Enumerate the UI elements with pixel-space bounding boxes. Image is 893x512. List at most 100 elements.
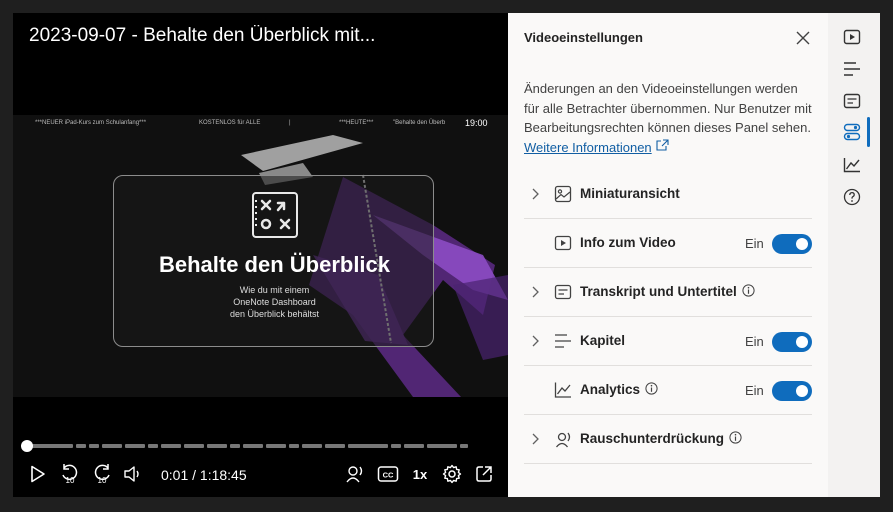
playback-speed-button[interactable]: 1x [407, 461, 433, 487]
rail-active-indicator [867, 117, 870, 147]
info-icon[interactable] [645, 382, 658, 395]
popout-icon [476, 466, 492, 482]
app-frame: 2023-09-07 - Behalte den Überblick mit..… [13, 13, 880, 497]
info-icon[interactable] [729, 431, 742, 444]
player-controls: 10 10 0:01 / 1:18:45 CC 1x [13, 461, 508, 489]
play-button[interactable] [25, 461, 51, 487]
info-icon[interactable] [742, 284, 755, 297]
play-icon [31, 465, 45, 483]
transcript-icon [843, 93, 861, 109]
chapter-segment[interactable] [348, 444, 388, 448]
rail-analytics-button[interactable] [841, 154, 863, 176]
chevron-right-icon[interactable] [530, 334, 540, 348]
rewind-seconds: 10 [66, 476, 75, 485]
slide-card: Behalte den Überblick Wie du mit einem O… [113, 175, 434, 347]
toggle-knob [796, 238, 808, 250]
video-title: 2023-09-07 - Behalte den Überblick mit..… [29, 25, 376, 46]
volume-button[interactable] [120, 461, 146, 487]
analytics-icon [843, 158, 860, 173]
chapter-segment[interactable] [148, 444, 158, 448]
external-link-icon [656, 138, 669, 151]
settings-row-label: Info zum Video [580, 235, 676, 250]
svg-text:CC: CC [383, 471, 394, 480]
rail-settings-button[interactable] [841, 121, 863, 143]
noise-icon [555, 432, 571, 448]
close-panel-button[interactable] [792, 27, 814, 49]
settings-button[interactable] [439, 461, 465, 487]
chapter-segment[interactable] [89, 444, 99, 448]
rail-chapters-button[interactable] [841, 58, 863, 80]
forward-icon: 10 [94, 464, 110, 485]
play-box-icon [554, 235, 572, 251]
video-player[interactable]: 2023-09-07 - Behalte den Überblick mit..… [13, 13, 508, 497]
progress-bar[interactable] [27, 444, 494, 448]
panel-description: Änderungen an den Videoeinstellungen wer… [524, 79, 814, 157]
video-frame[interactable]: ***NEUER iPad-Kurs zum Schulanfang*** KO… [13, 115, 508, 397]
help-icon [843, 188, 861, 206]
rail-help-button[interactable] [841, 186, 863, 208]
settings-toggles-icon [843, 123, 861, 141]
slide-title: Behalte den Überblick [158, 252, 391, 277]
side-rail [828, 13, 880, 497]
settings-row[interactable]: Miniaturansicht [524, 170, 812, 219]
chapter-segment[interactable] [102, 444, 122, 448]
settings-row-label: Kapitel [580, 333, 626, 348]
chapter-segment[interactable] [207, 444, 227, 448]
speaker-icon [124, 466, 139, 482]
rail-video-button[interactable] [841, 26, 863, 48]
image-icon [554, 185, 572, 203]
video-settings-panel: Videoeinstellungen Änderungen an den Vid… [508, 13, 828, 497]
chapter-segment[interactable] [289, 444, 299, 448]
toggle-switch[interactable] [772, 332, 812, 352]
panel-title: Videoeinstellungen [524, 30, 643, 45]
settings-list: Miniaturansicht Info zum Video Ein Transkri… [524, 170, 812, 464]
forward-seconds: 10 [98, 476, 107, 485]
forward-10-button[interactable]: 10 [89, 461, 115, 487]
noise-suppression-button[interactable] [342, 461, 368, 487]
settings-row[interactable]: Rauschunterdrückung [524, 415, 812, 464]
settings-row: Analytics Ein [524, 366, 812, 415]
popout-button[interactable] [471, 461, 497, 487]
chapter-segment[interactable] [325, 444, 345, 448]
chapter-segment[interactable] [161, 444, 181, 448]
more-info-link[interactable]: Weitere Informationen [524, 140, 652, 155]
chapter-segment[interactable] [76, 444, 86, 448]
transcript-icon [554, 284, 572, 300]
video-icon [843, 29, 861, 45]
chapter-segment[interactable] [404, 444, 424, 448]
chapter-segment[interactable] [125, 444, 145, 448]
chapter-segment[interactable] [391, 444, 401, 448]
rewind-10-button[interactable]: 10 [57, 461, 83, 487]
chapter-segment[interactable] [266, 444, 286, 448]
toggle-switch[interactable] [772, 234, 812, 254]
time-display: 0:01 / 1:18:45 [161, 467, 247, 483]
settings-row: Info zum Video Ein [524, 219, 812, 268]
settings-row-label: Rauschunterdrückung [580, 431, 742, 446]
captions-button[interactable]: CC [375, 461, 401, 487]
gear-icon [442, 464, 462, 484]
chapter-segment[interactable] [460, 444, 468, 448]
chapter-segment[interactable] [184, 444, 204, 448]
playback-speed: 1x [412, 466, 428, 482]
chevron-right-icon[interactable] [530, 187, 540, 201]
rail-transcript-button[interactable] [841, 90, 863, 112]
chapter-segment[interactable] [230, 444, 240, 448]
settings-row[interactable]: Kapitel Ein [524, 317, 812, 366]
chapter-segment[interactable] [302, 444, 322, 448]
strategy-board-icon [252, 192, 298, 238]
settings-row-label: Miniaturansicht [580, 186, 680, 201]
chapter-segment[interactable] [427, 444, 457, 448]
chapter-segment[interactable] [27, 444, 73, 448]
chevron-right-icon[interactable] [530, 432, 540, 446]
chevron-right-icon[interactable] [530, 285, 540, 299]
toggle-switch[interactable] [772, 381, 812, 401]
captions-icon: CC [377, 466, 399, 482]
progress-scrubber[interactable] [21, 440, 33, 452]
slide-subtitle: Wie du mit einem OneNote Dashboard den Ü… [229, 285, 320, 319]
settings-row[interactable]: Transkript und Untertitel [524, 268, 812, 317]
toggle-state: Ein [745, 236, 764, 251]
chapter-segment[interactable] [243, 444, 263, 448]
analytics-icon [554, 382, 571, 398]
chapters-icon [555, 334, 571, 348]
rewind-icon: 10 [62, 464, 78, 485]
